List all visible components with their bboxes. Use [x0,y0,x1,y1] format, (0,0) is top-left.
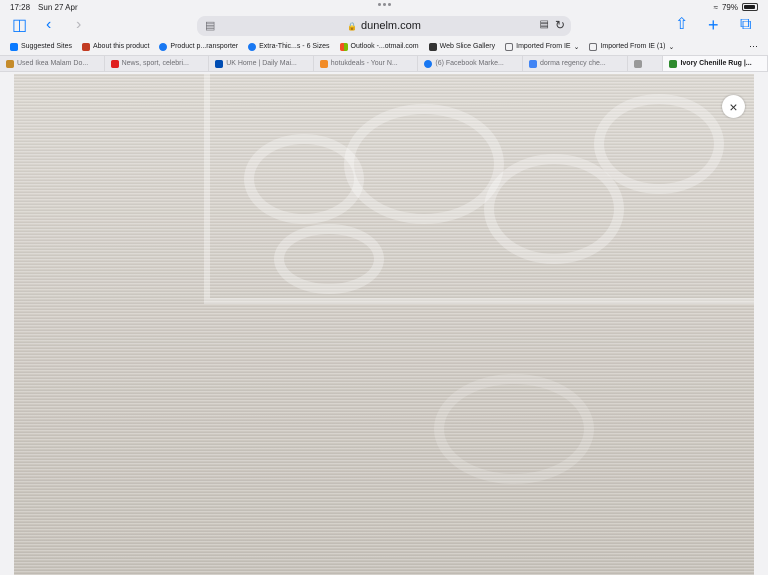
forward-icon[interactable]: › [76,17,81,33]
chevron-down-icon: ⌄ [668,43,675,51]
tab[interactable]: (6) Facebook Marke... [418,56,523,71]
wifi-icon: ≈ [713,2,718,12]
tab-favicon [6,59,14,68]
status-time: 17:28 [10,2,31,12]
more-icon[interactable]: ⋯ [749,41,768,52]
favorite-item[interactable]: Extra-Thic...s - 6 Sizes [248,42,330,51]
tab[interactable]: hotukdeals - Your N... [314,56,419,71]
reader-icon[interactable]: ▤ [205,19,215,32]
folder-icon [505,42,514,51]
favorite-icon [10,42,18,51]
tab-favicon [633,59,642,68]
favorite-folder[interactable]: Imported From IE ⌄ [505,42,580,51]
folder-icon [589,42,598,51]
tab[interactable]: Used Ikea Malam Do... [0,56,105,71]
tab-favicon [528,59,537,68]
chevron-down-icon: ⌄ [573,43,580,51]
tab[interactable] [628,56,664,71]
tab-bar: Used Ikea Malam Do... News, sport, celeb… [0,55,768,72]
browser-toolbar: ◫ ‹ › ▤ 🔒 dunelm.com ▤ ↻ ⇧ + ⧉ [0,14,768,38]
multitasking-dots[interactable] [378,3,391,6]
tab[interactable]: dorma regency che... [523,56,628,71]
rug-pattern [434,374,594,484]
sidebar-icon[interactable]: ◫ [12,18,27,34]
favorite-item[interactable]: Suggested Sites [10,42,72,51]
rug-pattern [274,224,384,294]
favorite-icon [159,42,168,51]
tab[interactable]: News, sport, celebri... [105,56,210,71]
favorite-icon [428,42,437,51]
tab-favicon [319,59,328,68]
back-icon[interactable]: ‹ [46,17,51,33]
status-bar: 17:28 Sun 27 Apr ≈ 79% [0,0,768,14]
battery-percent: 79% [721,2,738,12]
tab-favicon [215,59,224,68]
close-icon: × [729,98,738,115]
tab-active[interactable]: Ivory Chenille Rug |... [663,56,768,71]
favorite-icon [248,42,257,51]
rug-pattern [344,104,504,224]
favorites-bar: Suggested Sites About this product Produ… [0,38,768,55]
address-bar[interactable]: ▤ 🔒 dunelm.com ▤ ↻ [197,16,571,36]
favorite-item[interactable]: About this product [81,42,149,51]
favorite-folder[interactable]: Imported From IE (1) ⌄ [589,42,675,51]
favorite-icon [339,42,348,51]
close-button[interactable]: × [722,95,745,118]
favorite-item[interactable]: Web Slice Gallery [428,42,495,51]
favorite-icon [81,42,90,51]
url-text[interactable]: dunelm.com [361,20,421,32]
tab[interactable]: UK Home | Daily Mai... [209,56,314,71]
plus-icon[interactable]: + [708,16,719,34]
status-date: Sun 27 Apr [38,2,78,12]
reload-icon[interactable]: ↻ [555,18,565,32]
translate-icon[interactable]: ▤ [540,19,549,30]
tab-favicon [669,59,678,68]
tabs-icon[interactable]: ⧉ [740,17,751,33]
rug-pattern [594,94,724,194]
lock-icon: 🔒 [347,21,358,31]
tab-favicon [424,59,433,68]
favorite-item[interactable]: Outlook -...otmail.com [339,42,419,51]
product-image [14,74,754,575]
battery-icon [742,3,758,11]
favorite-item[interactable]: Product p...ransporter [159,42,238,51]
share-icon[interactable]: ⇧ [675,17,688,33]
tab-favicon [110,59,119,68]
